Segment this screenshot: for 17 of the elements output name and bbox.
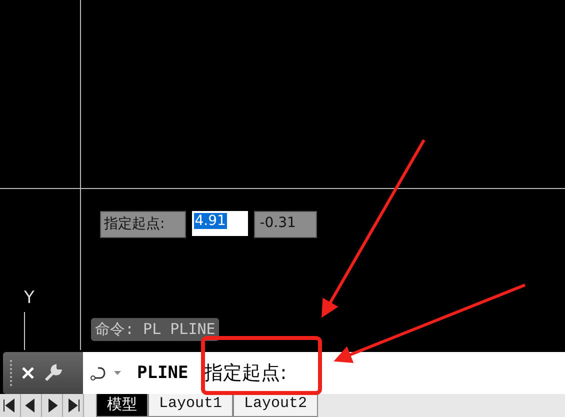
previous-tab-icon[interactable] [21, 394, 42, 417]
grip-handle[interactable] [9, 359, 13, 387]
command-name: PLINE [137, 363, 188, 383]
last-tab-icon[interactable] [63, 394, 84, 417]
layout-tab[interactable]: Layout1 [148, 394, 234, 417]
first-tab-icon[interactable] [0, 394, 21, 417]
x-coordinate-field[interactable]: 4.91 [192, 211, 248, 236]
close-icon[interactable] [21, 366, 35, 380]
command-history: 命令: PL PLINE [91, 318, 220, 341]
prompt-label: 指定起点: [100, 211, 186, 238]
next-tab-icon[interactable] [42, 394, 63, 417]
wrench-icon[interactable] [43, 363, 63, 383]
y-axis-label: Y [24, 288, 34, 308]
layout-tab[interactable]: 模型 [96, 394, 148, 417]
layout-tab[interactable]: Layout2 [233, 394, 318, 417]
y-coordinate-field[interactable]: -0.31 [254, 211, 317, 238]
command-prompt: 指定起点: [204, 361, 287, 386]
